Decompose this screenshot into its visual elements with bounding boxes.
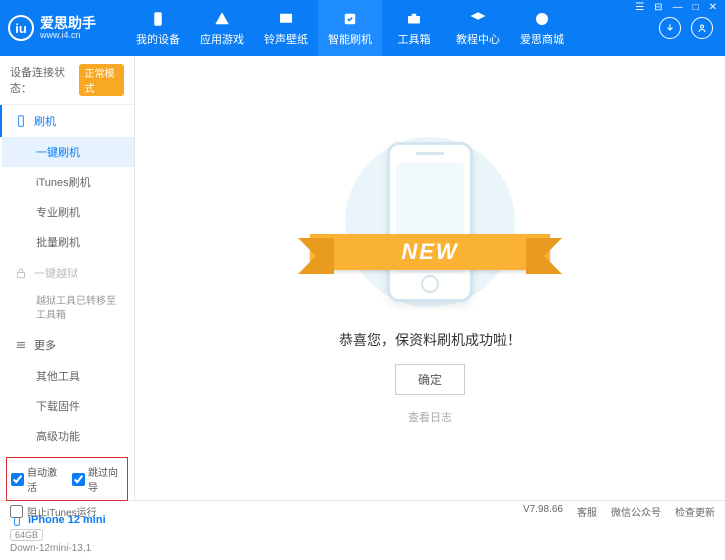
group-label: 一键越狱: [34, 265, 78, 281]
view-log-link[interactable]: 查看日志: [408, 409, 452, 425]
nav-tabs: 我的设备 应用游戏 铃声壁纸 智能刷机 工具箱 教程中心 爱思商城: [126, 0, 659, 56]
tab-ringtones[interactable]: 铃声壁纸: [254, 0, 318, 56]
sidebar-item-firmware[interactable]: 下载固件: [2, 391, 134, 421]
apps-icon: [213, 10, 231, 28]
sidebar-item-pro[interactable]: 专业刷机: [2, 197, 134, 227]
window-controls: ☰ ⊟ — □ ✕: [633, 2, 719, 13]
pin-icon[interactable]: ⊟: [652, 2, 664, 13]
tab-my-device[interactable]: 我的设备: [126, 0, 190, 56]
store-icon: [533, 10, 551, 28]
flash-icon: [341, 10, 359, 28]
close-icon[interactable]: ✕: [707, 2, 719, 13]
lock-icon: [14, 266, 28, 280]
menu-icon[interactable]: ☰: [633, 2, 646, 13]
group-label: 更多: [34, 337, 56, 353]
ok-button[interactable]: 确定: [395, 364, 465, 395]
status-label: 设备连接状态：: [10, 64, 75, 96]
tab-store[interactable]: 爱思商城: [510, 0, 574, 56]
sidebar: 设备连接状态： 正常模式 刷机 一键刷机 iTunes刷机 专业刷机 批量刷机 …: [0, 56, 135, 500]
sidebar-item-advanced[interactable]: 高级功能: [2, 421, 134, 451]
header-bar: iu 爱思助手 www.i4.cn 我的设备 应用游戏 铃声壁纸 智能刷机 工具…: [0, 0, 725, 56]
group-label: 刷机: [34, 113, 56, 129]
footer-link-wechat[interactable]: 微信公众号: [611, 504, 661, 519]
jailbreak-note: 越狱工具已转移至工具箱: [2, 289, 134, 329]
tab-label: 教程中心: [456, 31, 500, 47]
phone-icon: [14, 114, 28, 128]
sidebar-group-flash[interactable]: 刷机: [0, 105, 134, 137]
tutorial-icon: [469, 10, 487, 28]
version-label: V7.98.66: [523, 504, 563, 519]
header-right: [659, 17, 717, 39]
sidebar-item-batch[interactable]: 批量刷机: [2, 227, 134, 257]
checkbox-auto-activate[interactable]: 自动激活: [11, 464, 62, 494]
footer-link-service[interactable]: 客服: [577, 504, 597, 519]
logo-icon: iu: [8, 15, 34, 41]
minimize-icon[interactable]: —: [671, 2, 685, 13]
sidebar-item-other[interactable]: 其他工具: [2, 361, 134, 391]
success-message: 恭喜您，保资料刷机成功啦！: [339, 330, 521, 350]
logo-area: iu 爱思助手 www.i4.cn: [8, 15, 126, 41]
maximize-icon[interactable]: □: [691, 2, 701, 13]
download-button[interactable]: [659, 17, 681, 39]
device-capacity: 64GB: [10, 529, 43, 541]
checkbox-skip-guide[interactable]: 跳过向导: [72, 464, 123, 494]
device-icon: [149, 10, 167, 28]
device-model: Down-12mini-13,1: [10, 543, 124, 554]
main-content: NEW 恭喜您，保资料刷机成功啦！ 确定 查看日志: [135, 56, 725, 500]
success-illustration: NEW: [330, 132, 530, 312]
tab-label: 智能刷机: [328, 31, 372, 47]
app-title: 爱思助手: [40, 16, 96, 30]
footer-link-update[interactable]: 检查更新: [675, 504, 715, 519]
tab-tutorials[interactable]: 教程中心: [446, 0, 510, 56]
sidebar-item-oneclick[interactable]: 一键刷机: [2, 137, 134, 167]
app-subtitle: www.i4.cn: [40, 30, 96, 41]
sidebar-item-itunes[interactable]: iTunes刷机: [2, 167, 134, 197]
checkbox-block-itunes[interactable]: 阻止iTunes运行: [10, 504, 97, 519]
wallpaper-icon: [277, 10, 295, 28]
connection-status: 设备连接状态： 正常模式: [0, 56, 134, 105]
sidebar-group-jailbreak: 一键越狱: [2, 257, 134, 289]
tab-label: 铃声壁纸: [264, 31, 308, 47]
tab-label: 工具箱: [398, 31, 431, 47]
tab-apps[interactable]: 应用游戏: [190, 0, 254, 56]
tab-label: 应用游戏: [200, 31, 244, 47]
new-ribbon: NEW: [310, 234, 550, 270]
status-badge: 正常模式: [79, 64, 125, 96]
tab-label: 我的设备: [136, 31, 180, 47]
user-button[interactable]: [691, 17, 713, 39]
options-highlight-box: 自动激活 跳过向导: [6, 457, 128, 501]
toolbox-icon: [405, 10, 423, 28]
tab-flash[interactable]: 智能刷机: [318, 0, 382, 56]
tab-toolbox[interactable]: 工具箱: [382, 0, 446, 56]
more-icon: [14, 338, 28, 352]
tab-label: 爱思商城: [520, 31, 564, 47]
sidebar-group-more[interactable]: 更多: [2, 329, 134, 361]
